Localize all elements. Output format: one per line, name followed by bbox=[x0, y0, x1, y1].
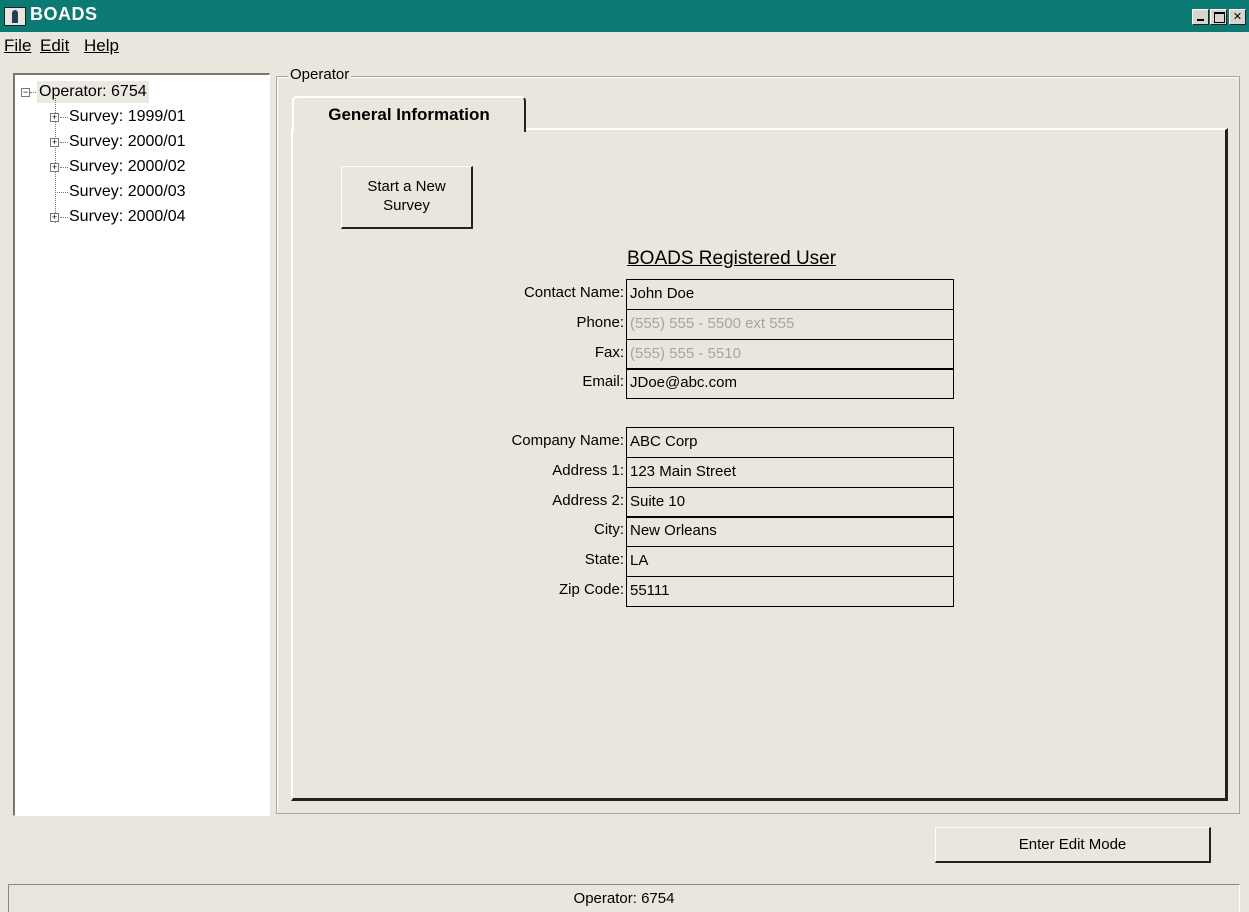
tree-root-label: Operator: 6754 bbox=[37, 81, 149, 103]
expand-icon[interactable]: + bbox=[50, 213, 59, 222]
menu-file-label: File bbox=[4, 36, 32, 55]
menu-bar: File Edit Help bbox=[0, 33, 1249, 59]
city-field[interactable]: New Orleans bbox=[626, 516, 954, 547]
email-label: Email: bbox=[582, 373, 624, 390]
tree-item-label: Survey: 2000/01 bbox=[69, 133, 186, 150]
expand-icon[interactable]: + bbox=[50, 163, 59, 172]
menu-help[interactable]: Help bbox=[84, 36, 119, 56]
operator-tree[interactable]: − Operator: 6754 + Survey: 1999/01 + Sur… bbox=[13, 73, 270, 816]
tree-item-label: Survey: 2000/04 bbox=[69, 208, 186, 225]
close-button[interactable]: ✕ bbox=[1229, 9, 1246, 25]
app-icon bbox=[4, 7, 26, 26]
address1-field[interactable]: 123 Main Street bbox=[626, 457, 954, 488]
tree-item-label: Survey: 2000/02 bbox=[69, 158, 186, 175]
start-new-survey-button[interactable]: Start a New Survey bbox=[341, 166, 473, 229]
zip-code-field[interactable]: 55111 bbox=[626, 576, 954, 607]
fax-label: Fax: bbox=[594, 344, 624, 361]
contact-name-label: Contact Name: bbox=[523, 284, 624, 301]
expand-icon[interactable]: + bbox=[50, 138, 59, 147]
form-title: BOADS Registered User bbox=[627, 248, 837, 269]
company-name-label: Company Name: bbox=[511, 432, 624, 449]
close-icon: ✕ bbox=[1232, 10, 1243, 23]
expand-icon[interactable]: + bbox=[50, 113, 59, 122]
tree-item-label: Survey: 1999/01 bbox=[69, 108, 186, 125]
status-bar: Operator: 6754 bbox=[8, 884, 1240, 912]
email-field[interactable]: JDoe@abc.com bbox=[626, 368, 954, 399]
maximize-button[interactable] bbox=[1210, 9, 1227, 25]
contact-name-field[interactable]: John Doe bbox=[626, 279, 954, 310]
phone-field[interactable]: (555) 555 - 5500 ext 555 bbox=[626, 309, 954, 340]
operator-group-label: Operator bbox=[288, 66, 352, 83]
title-bar: BOADS ✕ bbox=[0, 0, 1249, 32]
tab-general-information[interactable]: General Information bbox=[292, 96, 526, 132]
minimize-button[interactable] bbox=[1192, 9, 1209, 25]
state-field[interactable]: LA bbox=[626, 546, 954, 577]
city-label: City: bbox=[594, 521, 624, 538]
phone-label: Phone: bbox=[576, 314, 624, 331]
menu-help-label: Help bbox=[84, 36, 119, 55]
zip-code-label: Zip Code: bbox=[558, 581, 624, 598]
enter-edit-mode-button[interactable]: Enter Edit Mode bbox=[935, 827, 1211, 863]
address2-field[interactable]: Suite 10 bbox=[626, 487, 954, 518]
menu-edit-label: Edit bbox=[40, 36, 70, 55]
address1-label: Address 1: bbox=[552, 462, 624, 479]
menu-edit[interactable]: Edit bbox=[40, 36, 69, 56]
collapse-icon[interactable]: − bbox=[21, 88, 30, 97]
menu-file[interactable]: File bbox=[4, 36, 31, 56]
fax-field[interactable]: (555) 555 - 5510 bbox=[626, 339, 954, 370]
state-label: State: bbox=[584, 551, 624, 568]
tree-item-label: Survey: 2000/03 bbox=[69, 183, 186, 200]
address2-label: Address 2: bbox=[552, 492, 624, 509]
company-name-field[interactable]: ABC Corp bbox=[626, 427, 954, 458]
window-title: BOADS bbox=[30, 4, 98, 24]
